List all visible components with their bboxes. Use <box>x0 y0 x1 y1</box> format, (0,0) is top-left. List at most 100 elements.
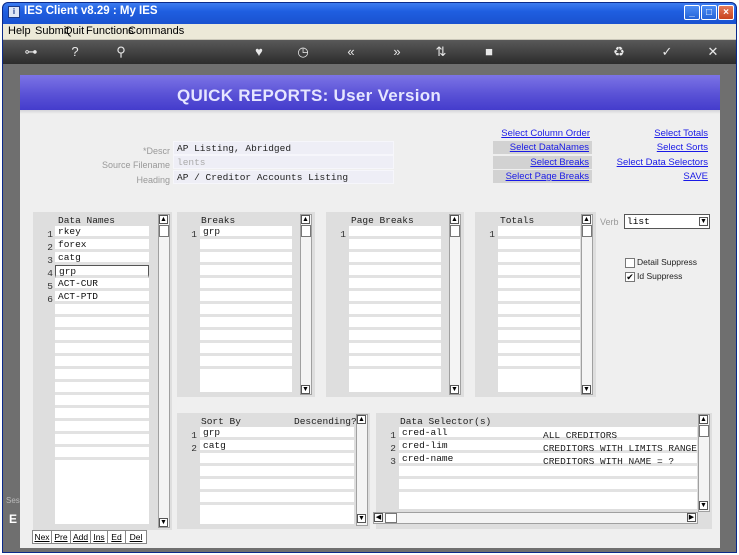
scroll-down-button[interactable]: ▼ <box>159 518 168 527</box>
list-item[interactable]: grp <box>200 427 354 440</box>
edit-button[interactable]: Ed <box>108 531 126 543</box>
list-item[interactable] <box>349 330 441 343</box>
minimize-button[interactable]: _ <box>684 5 700 20</box>
list-item[interactable] <box>55 421 149 434</box>
list-item[interactable] <box>349 265 441 278</box>
check-icon[interactable]: ✓ <box>656 42 678 62</box>
list-item[interactable] <box>55 382 149 395</box>
rewind-icon[interactable]: « <box>340 42 362 62</box>
list-item[interactable] <box>200 330 292 343</box>
detail-suppress-checkbox[interactable] <box>625 258 635 268</box>
search-icon[interactable]: ⚲ <box>110 42 132 62</box>
list-item[interactable] <box>399 466 697 479</box>
list-item[interactable] <box>200 239 292 252</box>
heart-icon[interactable]: ♥ <box>248 42 270 62</box>
stop-icon[interactable]: ■ <box>478 42 500 62</box>
list-item[interactable] <box>498 291 580 304</box>
forward-icon[interactable]: » <box>386 42 408 62</box>
select-column-order-link[interactable]: Select Column Order <box>480 128 590 139</box>
list-item[interactable] <box>200 453 354 466</box>
page-breaks-scrollbar[interactable] <box>449 214 461 395</box>
list-item[interactable] <box>200 356 292 369</box>
list-item[interactable] <box>200 479 354 492</box>
list-item[interactable] <box>498 356 580 369</box>
list-item[interactable] <box>200 304 292 317</box>
totals-scrollbar[interactable] <box>581 214 593 395</box>
list-item[interactable] <box>200 265 292 278</box>
close-button[interactable]: × <box>718 5 734 20</box>
list-item[interactable]: catg <box>55 252 149 265</box>
list-item[interactable] <box>55 356 149 369</box>
add-button[interactable]: Add <box>71 531 91 543</box>
scroll-thumb[interactable] <box>385 513 397 523</box>
list-item[interactable]: ACT-PTD <box>55 291 149 304</box>
list-item[interactable]: rkey <box>55 226 149 239</box>
next-button[interactable]: Nex <box>33 531 52 543</box>
save-link[interactable]: SAVE <box>600 171 708 182</box>
list-item[interactable] <box>498 317 580 330</box>
select-sorts-link[interactable]: Select Sorts <box>600 142 708 153</box>
id-suppress-checkbox[interactable]: ✔ <box>625 272 635 282</box>
list-item[interactable] <box>399 479 697 492</box>
sort-list[interactable]: grp catg <box>200 427 354 524</box>
list-item[interactable]: grp <box>200 226 292 239</box>
scroll-up-button[interactable]: ▲ <box>699 415 708 424</box>
list-item[interactable] <box>55 304 149 317</box>
list-item[interactable] <box>498 278 580 291</box>
scroll-left-button[interactable]: ◀ <box>374 513 383 522</box>
list-item[interactable] <box>200 492 354 505</box>
list-item[interactable] <box>498 265 580 278</box>
delete-button[interactable]: Del <box>126 531 146 543</box>
menu-quit[interactable]: Quit <box>64 25 84 37</box>
list-item[interactable] <box>349 291 441 304</box>
select-data-selectors-link[interactable]: Select Data Selectors <box>600 157 708 168</box>
list-item[interactable] <box>349 343 441 356</box>
list-item[interactable] <box>200 343 292 356</box>
list-item[interactable] <box>498 304 580 317</box>
list-item[interactable] <box>498 226 580 239</box>
scroll-up-button[interactable]: ▲ <box>582 215 591 224</box>
breaks-scrollbar[interactable] <box>300 214 312 395</box>
scroll-up-button[interactable]: ▲ <box>301 215 310 224</box>
list-item-selected[interactable]: grp <box>55 265 149 278</box>
list-item[interactable] <box>200 291 292 304</box>
list-item[interactable]: forex <box>55 239 149 252</box>
menu-functions[interactable]: Functions <box>86 25 134 37</box>
list-item[interactable] <box>200 278 292 291</box>
cancel-icon[interactable]: ✕ <box>702 42 724 62</box>
scroll-down-button[interactable]: ▼ <box>582 385 591 394</box>
selectors-h-scrollbar[interactable] <box>373 512 698 524</box>
scroll-thumb[interactable] <box>582 225 592 237</box>
page-breaks-list[interactable] <box>349 226 441 392</box>
list-item[interactable] <box>55 330 149 343</box>
list-item[interactable] <box>349 356 441 369</box>
previous-button[interactable]: Pre <box>52 531 71 543</box>
scroll-right-button[interactable]: ▶ <box>687 513 696 522</box>
list-item[interactable] <box>349 317 441 330</box>
scroll-up-button[interactable]: ▲ <box>450 215 459 224</box>
insert-button[interactable]: Ins <box>91 531 108 543</box>
scroll-down-button[interactable]: ▼ <box>699 501 708 510</box>
list-item[interactable] <box>55 395 149 408</box>
scroll-thumb[interactable] <box>159 225 169 237</box>
verb-select[interactable]: list <box>624 214 710 229</box>
scroll-thumb[interactable] <box>450 225 460 237</box>
scroll-thumb[interactable] <box>699 425 709 437</box>
select-breaks-button[interactable]: Select Breaks <box>493 156 592 169</box>
list-item[interactable] <box>349 278 441 291</box>
list-item[interactable]: ACT-CUR <box>55 278 149 291</box>
select-totals-link[interactable]: Select Totals <box>600 128 708 139</box>
list-item[interactable] <box>55 369 149 382</box>
key-icon[interactable]: ⊶ <box>20 42 42 62</box>
clock-icon[interactable]: ◷ <box>292 42 314 62</box>
help-icon[interactable]: ? <box>64 42 86 62</box>
descr-field[interactable]: AP Listing, Abridged <box>173 141 394 155</box>
list-item[interactable] <box>349 226 441 239</box>
select-datanames-button[interactable]: Select DataNames <box>493 141 592 154</box>
scroll-down-button[interactable]: ▼ <box>450 385 459 394</box>
list-item[interactable] <box>498 330 580 343</box>
list-item[interactable] <box>200 252 292 265</box>
list-item[interactable] <box>55 317 149 330</box>
list-item[interactable] <box>498 239 580 252</box>
chevron-down-icon[interactable]: ▼ <box>699 217 708 226</box>
